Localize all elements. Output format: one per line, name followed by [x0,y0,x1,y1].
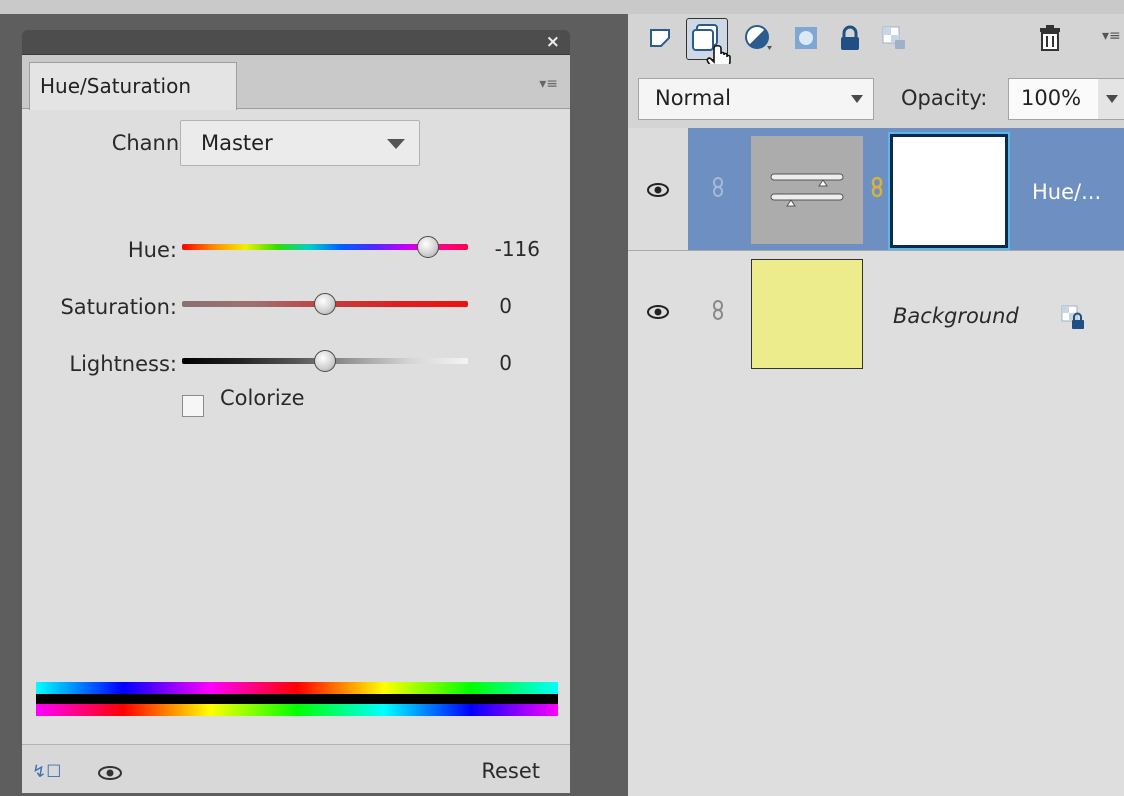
chevron-down-icon [1106,95,1118,103]
top-strip [0,0,1124,14]
color-bar-divider [36,694,558,704]
layer-mask-thumbnail[interactable] [890,134,1008,248]
tab-label: Hue/Saturation [40,74,192,98]
background-layer-thumbnail[interactable] [751,259,863,369]
input-color-bar [36,682,558,694]
layers-panel: ▾≡ Normal Opacity: 100% Hue/... Backgrou… [628,14,1124,796]
colorize-label: Colorize [220,386,305,410]
layer-mask-icon[interactable] [792,24,820,52]
saturation-slider-knob[interactable] [314,293,336,315]
panel-titlebar[interactable]: × [22,30,570,55]
opacity-dropdown-button[interactable] [1098,78,1124,120]
clip-to-layer-icon[interactable]: ↯☐ [32,762,61,782]
adjustment-thumbnail[interactable] [751,136,863,244]
lightness-value[interactable]: 0 [452,351,512,375]
opacity-input[interactable]: 100% [1008,78,1100,120]
lock-transparency-icon[interactable] [880,24,908,52]
chevron-down-icon [387,139,405,149]
hue-value[interactable]: -116 [480,237,540,261]
colorize-checkbox[interactable] [182,395,204,417]
panel-menu-icon[interactable]: ▾≡ [539,76,558,92]
link-icon[interactable] [712,176,724,198]
layer-visibility-eye-icon[interactable] [646,304,670,320]
lightness-slider-knob[interactable] [314,350,336,372]
panel-menu-icon[interactable]: ▾≡ [1102,28,1121,44]
layer-name[interactable]: Hue/... [1032,180,1101,204]
layer-lock-icon [1061,305,1084,329]
saturation-label: Saturation: [60,295,177,319]
visibility-eye-icon[interactable] [97,765,123,781]
blend-mode-dropdown[interactable]: Normal [638,78,874,120]
lock-all-icon[interactable] [836,24,864,52]
adjustment-panel: × Hue/Saturation ▾≡ Channel: Master Hue:… [22,30,570,793]
output-color-bar [36,704,558,716]
opacity-value: 100% [1021,86,1082,110]
hue-label: Hue: [127,238,177,262]
chevron-down-icon [851,95,863,103]
adjustment-layer-icon[interactable] [744,24,772,52]
channel-value: Master [201,131,273,155]
layer-name[interactable]: Background [893,304,1019,328]
layer-visibility-eye-icon[interactable] [646,182,670,198]
link-icon[interactable] [712,299,724,321]
reset-button[interactable]: Reset [481,759,540,783]
new-layer-icon[interactable] [646,24,674,52]
levels-sliders-icon [770,173,844,207]
layer-divider [628,250,1124,251]
hue-slider-knob[interactable] [416,236,439,258]
trash-icon[interactable] [1036,24,1064,52]
blend-mode-value: Normal [655,86,731,110]
opacity-label: Opacity: [901,86,988,110]
mask-link-icon[interactable] [871,176,883,198]
saturation-value[interactable]: 0 [452,294,512,318]
lightness-label: Lightness: [69,352,177,376]
close-icon[interactable]: × [546,33,560,51]
channel-dropdown[interactable]: Master [180,120,420,166]
